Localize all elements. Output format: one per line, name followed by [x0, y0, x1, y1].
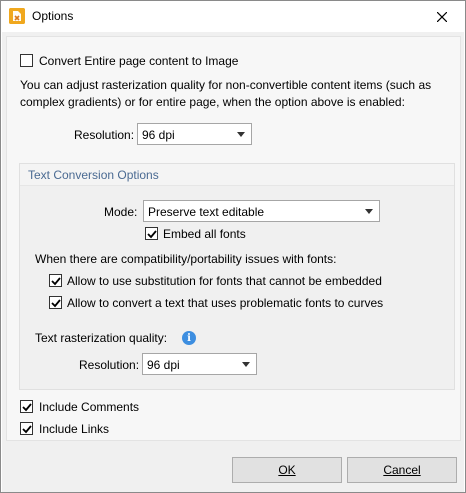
chevron-down-icon	[242, 362, 250, 367]
dialog-content: Convert Entire page content to Image You…	[2, 32, 464, 492]
chevron-down-icon	[237, 132, 245, 137]
text-resolution-select[interactable]: 96 dpi	[142, 353, 257, 375]
text-raster-quality-label: Text rasterization quality:	[35, 331, 168, 345]
include-comments-checkbox[interactable]	[20, 400, 33, 413]
rasterization-description: You can adjust rasterization quality for…	[20, 78, 432, 109]
curves-checkbox[interactable]	[49, 296, 62, 309]
text-resolution-label: Resolution:	[79, 358, 140, 372]
convert-page-label[interactable]: Convert Entire page content to Image	[39, 54, 238, 68]
chevron-down-icon	[365, 209, 373, 214]
resolution-select[interactable]: 96 dpi	[137, 123, 252, 145]
mode-value: Preserve text editable	[148, 205, 265, 219]
cancel-button[interactable]: Cancel	[347, 457, 457, 483]
substitution-label[interactable]: Allow to use substitution for fonts that…	[67, 274, 382, 288]
window-title: Options	[32, 9, 74, 23]
pdf-xchange-icon	[9, 8, 25, 24]
font-issues-text: When there are compatibility/portability…	[35, 252, 337, 266]
checkmark-icon	[22, 403, 32, 412]
info-icon[interactable]: i	[182, 331, 196, 345]
checkmark-icon	[51, 299, 61, 308]
options-dialog: Options Convert Entire page content to I…	[0, 0, 466, 493]
substitution-checkbox[interactable]	[49, 274, 62, 287]
embed-fonts-label[interactable]: Embed all fonts	[163, 227, 246, 241]
resolution-label: Resolution:	[74, 128, 135, 142]
title-bar: Options	[1, 1, 465, 32]
include-links-label[interactable]: Include Links	[39, 422, 109, 436]
checkmark-icon	[147, 230, 157, 239]
text-conversion-header: Text Conversion Options	[20, 164, 454, 186]
convert-page-checkbox[interactable]	[20, 54, 33, 67]
mode-label: Mode:	[104, 205, 138, 219]
options-panel: Convert Entire page content to Image You…	[6, 36, 461, 441]
cancel-button-label: Cancel	[383, 463, 421, 477]
checkmark-icon	[22, 425, 32, 434]
text-resolution-value: 96 dpi	[147, 358, 180, 372]
curves-label[interactable]: Allow to convert a text that uses proble…	[67, 296, 383, 310]
text-conversion-title: Text Conversion Options	[28, 168, 159, 182]
close-icon	[437, 11, 447, 22]
embed-fonts-checkbox[interactable]	[145, 227, 158, 240]
ok-button[interactable]: OK	[232, 457, 342, 483]
checkmark-icon	[51, 277, 61, 286]
include-links-checkbox[interactable]	[20, 422, 33, 435]
include-comments-label[interactable]: Include Comments	[39, 400, 139, 414]
mode-select[interactable]: Preserve text editable	[143, 200, 380, 222]
ok-button-label: OK	[278, 463, 296, 477]
close-button[interactable]	[419, 1, 465, 32]
text-conversion-group: Text Conversion Options Mode: Preserve t…	[19, 163, 455, 390]
resolution-value: 96 dpi	[142, 128, 175, 142]
